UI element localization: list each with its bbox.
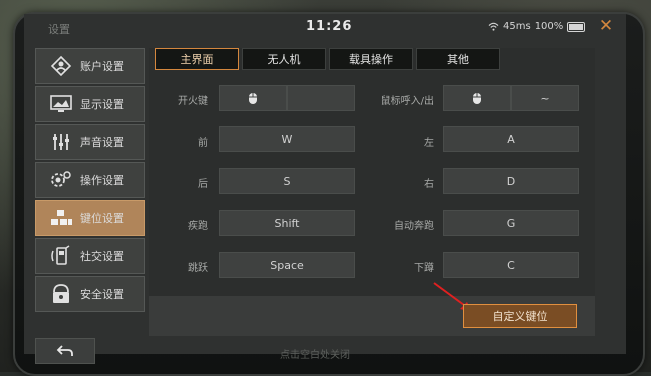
sidebar-item-label: 账户设置 <box>80 60 124 73</box>
sidebar-item-social[interactable]: 社交设置 <box>35 238 145 274</box>
sidebar-item-account[interactable]: 账户设置 <box>35 48 145 84</box>
mouse-icon <box>473 92 481 104</box>
sidebar: 账户设置 显示设置 声音设置 操作设置 键位设置 社交设置 安全设置 <box>35 48 145 314</box>
sidebar-item-operation[interactable]: 操作设置 <box>35 162 145 198</box>
close-hint: 点击空白处关闭 <box>280 350 350 361</box>
sidebar-item-label: 显示设置 <box>80 98 124 111</box>
keyboard-icon <box>46 206 76 230</box>
status-area: 45ms 100% <box>488 21 586 32</box>
right-key[interactable]: D <box>443 168 579 194</box>
autorun-label: 自动奔跑 <box>394 221 434 232</box>
operation-icon <box>46 168 76 192</box>
social-icon <box>46 244 76 268</box>
sidebar-item-label: 社交设置 <box>80 250 124 263</box>
fire-label: 开火键 <box>178 96 208 107</box>
sprint-label: 疾跑 <box>188 221 208 232</box>
sidebar-item-label: 安全设置 <box>80 288 124 301</box>
right-label: 右 <box>424 179 434 190</box>
left-key[interactable]: A <box>443 126 579 152</box>
sprint-key[interactable]: Shift <box>219 210 355 236</box>
crouch-label: 下蹲 <box>414 263 434 274</box>
forward-label: 前 <box>198 138 208 149</box>
jump-key[interactable]: Space <box>219 252 355 278</box>
tab-other[interactable]: 其他 <box>416 48 500 70</box>
window-title: 设置 <box>48 23 70 36</box>
display-icon <box>46 92 76 116</box>
wifi-icon <box>488 22 499 31</box>
mouse-icon <box>249 92 257 104</box>
sidebar-item-label: 声音设置 <box>80 136 124 149</box>
mouse-toggle-secondary[interactable]: ~ <box>511 85 579 111</box>
fire-key-secondary[interactable] <box>287 85 355 111</box>
back-arrow-icon <box>56 345 73 356</box>
security-icon <box>46 282 76 306</box>
sidebar-item-security[interactable]: 安全设置 <box>35 276 145 312</box>
back-move-label: 后 <box>198 179 208 190</box>
sidebar-item-display[interactable]: 显示设置 <box>35 86 145 122</box>
battery-text: 100% <box>534 21 564 32</box>
tab-drone[interactable]: 无人机 <box>242 48 326 70</box>
mouse-toggle-label: 鼠标呼入/出 <box>380 96 434 107</box>
clock: 11:26 <box>306 19 353 34</box>
crouch-key[interactable]: C <box>443 252 579 278</box>
mouse-toggle-primary[interactable] <box>443 85 511 111</box>
account-icon <box>46 54 76 78</box>
sidebar-item-sound[interactable]: 声音设置 <box>35 124 145 160</box>
tab-main[interactable]: 主界面 <box>155 48 239 70</box>
mouse-toggle-key[interactable]: ~ <box>443 85 579 111</box>
close-icon[interactable]: ✕ <box>597 17 615 35</box>
sidebar-item-label: 键位设置 <box>80 212 124 225</box>
ping-text: 45ms <box>503 21 531 32</box>
sound-icon <box>46 130 76 154</box>
fire-key[interactable] <box>219 85 355 111</box>
tab-vehicle[interactable]: 载具操作 <box>329 48 413 70</box>
autorun-key[interactable]: G <box>443 210 579 236</box>
custom-keybind-button[interactable]: 自定义键位 <box>463 304 577 328</box>
forward-key[interactable]: W <box>219 126 355 152</box>
left-label: 左 <box>424 138 434 149</box>
jump-label: 跳跃 <box>188 263 208 274</box>
tab-bar: 主界面 无人机 载具操作 其他 <box>155 48 500 70</box>
battery-icon <box>567 21 586 32</box>
sidebar-item-label: 操作设置 <box>80 174 124 187</box>
back-button[interactable] <box>35 338 95 364</box>
back-move-key[interactable]: S <box>219 168 355 194</box>
sidebar-item-keyboard[interactable]: 键位设置 <box>35 200 145 236</box>
fire-key-primary[interactable] <box>219 85 287 111</box>
